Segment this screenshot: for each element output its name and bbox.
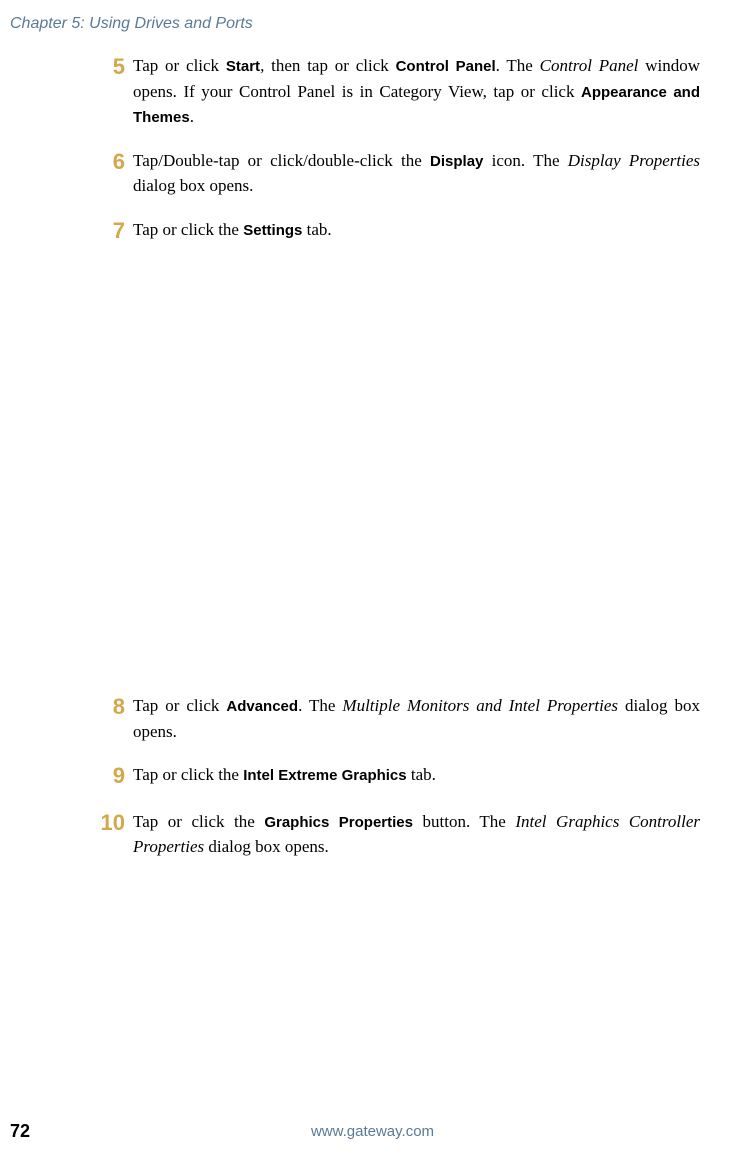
step-5: 5 Tap or click Start, then tap or click …	[95, 53, 700, 130]
page-footer: 72 www.gateway.com	[0, 1121, 745, 1142]
step-number: 10	[95, 809, 125, 838]
step-text: Tap or click Start, then tap or click Co…	[133, 53, 700, 130]
step-number: 7	[95, 217, 125, 246]
step-number: 9	[95, 762, 125, 791]
step-number: 6	[95, 148, 125, 177]
step-6: 6 Tap/Double-tap or click/double-click t…	[95, 148, 700, 199]
steps-container: 5 Tap or click Start, then tap or click …	[30, 53, 715, 860]
step-10: 10 Tap or click the Graphics Properties …	[95, 809, 700, 860]
chapter-header: Chapter 5: Using Drives and Ports	[10, 15, 715, 33]
step-number: 8	[95, 693, 125, 722]
footer-url: www.gateway.com	[311, 1123, 434, 1140]
step-text: Tap or click the Settings tab.	[133, 217, 700, 243]
step-7: 7 Tap or click the Settings tab.	[95, 217, 700, 246]
page-number: 72	[10, 1121, 30, 1142]
step-text: Tap or click the Graphics Properties but…	[133, 809, 700, 860]
step-9: 9 Tap or click the Intel Extreme Graphic…	[95, 762, 700, 791]
step-number: 5	[95, 53, 125, 82]
step-text: Tap or click Advanced. The Multiple Moni…	[133, 693, 700, 744]
screenshot-placeholder	[95, 263, 700, 693]
step-text: Tap/Double-tap or click/double-click the…	[133, 148, 700, 199]
step-text: Tap or click the Intel Extreme Graphics …	[133, 762, 700, 788]
step-8: 8 Tap or click Advanced. The Multiple Mo…	[95, 693, 700, 744]
